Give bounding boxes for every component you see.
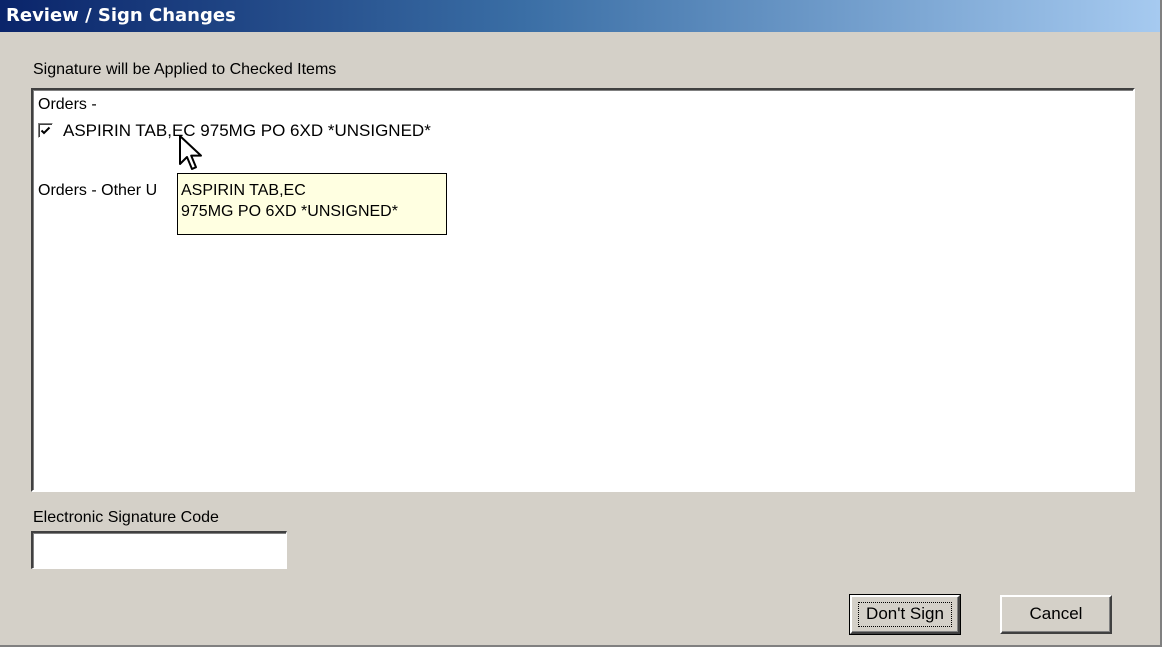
title-bar[interactable]: Review / Sign Changes xyxy=(0,0,1160,32)
dont-sign-button[interactable]: Don't Sign xyxy=(849,594,961,635)
other-orders-section-header: Orders - Other U xyxy=(38,182,158,199)
order-checkbox[interactable] xyxy=(38,123,53,138)
instructions-label: Signature will be Applied to Checked Ite… xyxy=(33,61,337,78)
order-item-label: ASPIRIN TAB,EC 975MG PO 6XD *UNSIGNED* xyxy=(63,121,431,140)
mouse-pointer-icon xyxy=(179,135,202,170)
dont-sign-button-label: Don't Sign xyxy=(866,604,944,623)
signature-code-label: Electronic Signature Code xyxy=(33,509,219,526)
order-tooltip: ASPIRIN TAB,EC 975MG PO 6XD *UNSIGNED* xyxy=(177,173,447,235)
tooltip-line-1: ASPIRIN TAB,EC xyxy=(181,182,306,199)
checkmark-icon xyxy=(40,126,51,135)
cancel-button[interactable]: Cancel xyxy=(1000,595,1112,634)
review-sign-dialog: Review / Sign Changes Signature will be … xyxy=(0,0,1162,647)
tooltip-line-2: 975MG PO 6XD *UNSIGNED* xyxy=(181,203,398,220)
window-title: Review / Sign Changes xyxy=(6,5,236,26)
orders-section-header: Orders - xyxy=(38,96,97,113)
signature-code-input[interactable] xyxy=(31,531,287,569)
cancel-button-label: Cancel xyxy=(1029,604,1083,623)
